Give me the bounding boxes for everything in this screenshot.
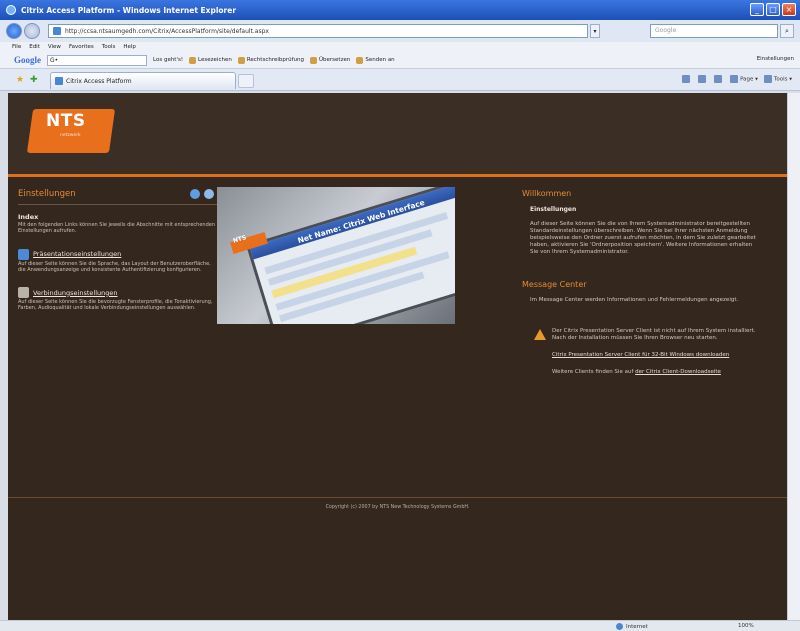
connection-settings-link[interactable]: Verbindungseinstellungen [33,289,118,297]
window-title: Citrix Access Platform - Windows Interne… [21,5,237,15]
menu-bar: File Edit View Favorites Tools Help [0,42,800,52]
google-send-button[interactable]: Senden an [356,56,395,64]
tab-citrix[interactable]: Citrix Access Platform [50,72,236,89]
close-button[interactable]: × [782,3,796,16]
menu-view[interactable]: View [48,44,61,50]
address-row: http://ccsa.ntsaumgedh.com/Citrix/Access… [0,20,800,42]
menu-file[interactable]: File [12,44,21,50]
page-menu[interactable]: Page ▾ [730,75,758,83]
home-icon[interactable] [682,75,692,83]
menu-tools[interactable]: Tools [102,44,116,50]
settings-panel: Einstellungen Index Mit den folgenden Li… [18,189,218,312]
new-tab-button[interactable] [238,74,254,88]
settings-header: Einstellungen [18,189,218,205]
tab-label: Citrix Access Platform [66,77,132,85]
menu-help[interactable]: Help [123,44,136,50]
address-dropdown-button[interactable]: ▾ [590,24,600,38]
client-download-link[interactable]: Citrix Presentation Server Client für 32… [552,352,768,359]
security-zone: Internet [616,623,648,630]
google-translate-button[interactable]: Übersetzen [310,56,350,64]
copyright: Copyright (c) 2007 by NTS New Technology… [325,505,470,510]
connection-settings-row: Verbindungseinstellungen [18,287,218,299]
warning-text: Der Citrix Presentation Server Client is… [552,328,756,341]
menu-edit[interactable]: Edit [29,44,40,50]
hero-screen [245,187,455,324]
search-input[interactable]: Google [650,24,778,38]
tools-menu[interactable]: Tools ▾ [763,75,792,83]
window-controls: _ □ × [750,3,796,16]
feeds-icon[interactable] [698,75,708,83]
status-bar: Internet 100% [0,620,800,631]
welcome-text: Auf dieser Seite können Sie die von Ihre… [530,221,756,255]
spellcheck-icon [237,56,245,64]
page-viewport: NTS netzwerk Einstellungen Index Mit den… [8,93,787,620]
star-icon [189,56,197,64]
minimize-button[interactable]: _ [750,3,764,16]
tab-row: ★ ✚ Citrix Access Platform Page ▾ Tools … [0,69,800,91]
welcome-panel: Willkommen Einstellungen Auf dieser Seit… [522,189,768,376]
client-downloads-page-link[interactable]: der Citrix Client-Downloadseite [635,369,721,375]
address-url: http://ccsa.ntsaumgedh.com/Citrix/Access… [65,27,269,35]
search-icon[interactable]: ⌕ [780,24,794,38]
message-center-text: Im Message Center werden Informationen u… [530,297,739,303]
page-body: Einstellungen Index Mit den folgenden Li… [8,177,787,620]
welcome-subtitle: Einstellungen [530,206,577,213]
address-bar[interactable]: http://ccsa.ntsaumgedh.com/Citrix/Access… [48,24,588,38]
index-text: Mit den folgenden Links können Sie jewei… [18,222,215,235]
nts-logo-sub: netzwerk [60,133,81,138]
index-title: Index [18,213,39,221]
menu-favorites[interactable]: Favorites [69,44,94,50]
vertical-scrollbar[interactable] [787,93,800,620]
google-go-button[interactable]: Los geht's! [153,57,183,63]
user-settings-icon[interactable] [190,189,200,199]
zoom-level[interactable]: 100% [738,623,754,629]
send-icon [356,56,364,64]
message-center-title: Message Center [522,280,587,289]
print-icon[interactable] [714,75,724,83]
connection-settings-text: Auf dieser Seite können Sie die bevorzug… [18,299,213,312]
settings-icons [190,189,214,199]
google-search-input[interactable]: G• [47,54,147,66]
back-button[interactable] [6,23,22,39]
translate-icon [310,56,318,64]
google-bookmarks-button[interactable]: Lesezeichen [189,56,232,64]
google-logo: Google [14,55,41,65]
page-icon [53,27,61,35]
more-clients-text: Weitere Clients finden Sie auf der Citri… [552,369,721,375]
settings-title: Einstellungen [18,189,76,199]
google-toolbar: Google G• Los geht's! Lesezeichen Rechts… [0,52,800,69]
globe-icon [616,623,623,630]
connection-settings-icon [18,287,29,299]
warning-icon [534,329,546,340]
favorites-star-icon[interactable]: ★ [16,75,26,85]
help-icon[interactable] [204,189,214,199]
footer-divider [8,497,787,498]
presentation-settings-link[interactable]: Präsentationseinstellungen [33,250,121,258]
site-header: NTS netzwerk [8,93,787,173]
hero-image: NTS Net Name: Citrix Web Interface [217,187,455,324]
window-titlebar: Citrix Access Platform - Windows Interne… [0,0,800,20]
forward-button[interactable] [24,23,40,39]
index-section: Index Mit den folgenden Links können Sie… [18,213,218,235]
command-bar: Page ▾ Tools ▾ [682,75,792,83]
presentation-settings-row: Präsentationseinstellungen [18,248,218,260]
zone-label: Internet [626,623,648,630]
maximize-button[interactable]: □ [766,3,780,16]
presentation-settings-icon [18,248,29,260]
client-warning: Der Citrix Presentation Server Client is… [530,328,768,342]
ie-logo-icon [6,5,16,15]
google-settings-button[interactable]: Einstellungen [757,56,794,62]
tab-page-icon [55,77,63,85]
presentation-settings-text: Auf dieser Seite können Sie die Sprache,… [18,260,211,273]
google-spellcheck-button[interactable]: Rechtschreibprüfung [237,56,304,64]
nts-logo-text: NTS [46,111,86,131]
add-favorite-icon[interactable]: ✚ [30,75,40,85]
welcome-title: Willkommen [522,189,572,198]
